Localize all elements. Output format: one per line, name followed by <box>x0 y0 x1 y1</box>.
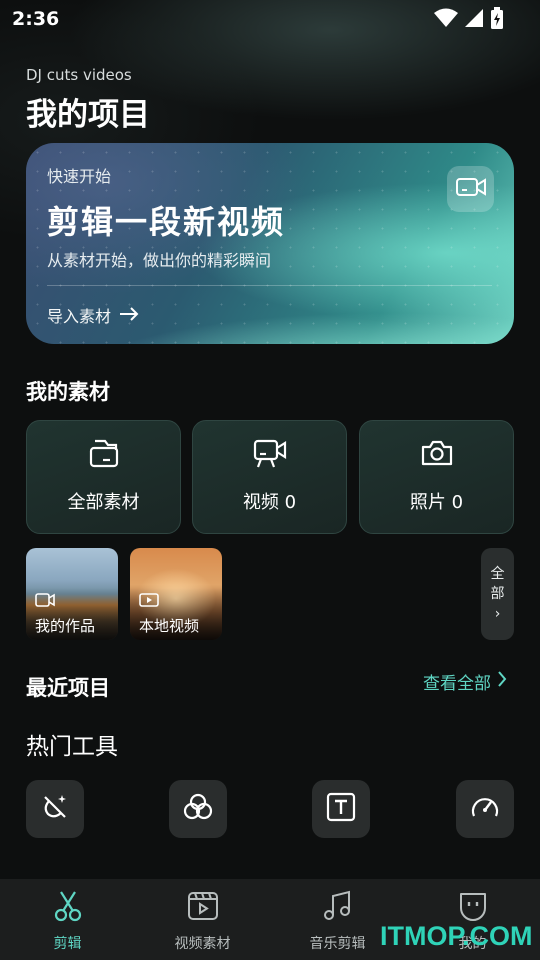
local-video-thumbnail[interactable]: 本地视频 <box>130 548 222 640</box>
local-video-label: 本地视频 <box>139 617 200 635</box>
status-icons <box>434 7 504 29</box>
speed-tool[interactable] <box>456 780 514 838</box>
all-label-1: 全 <box>490 566 505 582</box>
nav-edit-label: 剪辑 <box>53 936 82 952</box>
import-material-button[interactable]: 导入素材 <box>47 303 139 327</box>
see-all-label: 查看全部 <box>423 674 491 694</box>
app-name: DJ cuts videos <box>26 66 132 84</box>
video-camera-button[interactable] <box>447 166 494 212</box>
video-material-icon <box>187 889 219 923</box>
banner-subtitle: 快速开始 <box>47 167 112 186</box>
photo-materials-card[interactable]: 照片 0 <box>359 420 514 534</box>
signal-icon <box>464 8 484 28</box>
banner-title: 剪辑一段新视频 <box>47 203 286 241</box>
magic-brush-tool[interactable] <box>26 780 84 838</box>
page-title: 我的项目 <box>26 97 150 133</box>
scissors-icon <box>53 889 83 923</box>
video-camera-icon <box>252 437 288 469</box>
quick-start-banner[interactable]: 快速开始 剪辑一段新视频 从素材开始，做出你的精彩瞬间 导入素材 <box>26 143 514 344</box>
materials-title: 我的素材 <box>26 380 110 404</box>
nav-edit[interactable]: 剪辑 <box>0 879 135 960</box>
my-works-thumbnail[interactable]: 我的作品 <box>26 548 118 640</box>
all-label-2: 部 <box>490 586 505 602</box>
video-camera-icon <box>455 177 486 201</box>
chevron-right-icon <box>497 671 507 692</box>
banner-divider <box>47 285 492 286</box>
video-materials-card[interactable]: 视频 0 <box>192 420 347 534</box>
profile-icon <box>457 889 489 923</box>
magic-brush-icon <box>40 792 70 826</box>
import-label: 导入素材 <box>47 307 112 326</box>
photo-count-label: 照片 0 <box>409 492 464 513</box>
recent-projects-title: 最近项目 <box>26 676 110 700</box>
speed-icon <box>469 792 501 826</box>
text-tool[interactable] <box>312 780 370 838</box>
status-time: 2:36 <box>12 8 60 30</box>
view-all-materials-button[interactable]: 全 部 › <box>481 548 514 640</box>
all-materials-card[interactable]: 全部素材 <box>26 420 181 534</box>
filter-tool[interactable] <box>169 780 227 838</box>
arrow-right-icon <box>119 306 139 325</box>
status-bar: 2:36 <box>0 0 540 38</box>
folder-icon <box>88 437 120 469</box>
filter-icon <box>182 792 214 826</box>
watermark: ITMOP.COM <box>380 921 533 951</box>
battery-icon <box>490 7 504 29</box>
chevron-right-icon: › <box>494 606 501 622</box>
text-icon <box>326 792 356 826</box>
wifi-icon <box>434 8 458 28</box>
nav-video-material[interactable]: 视频素材 <box>135 879 270 960</box>
my-works-label: 我的作品 <box>35 617 96 635</box>
video-camera-icon <box>35 592 55 611</box>
all-materials-label: 全部素材 <box>67 492 140 513</box>
hot-tools-title: 热门工具 <box>26 734 118 760</box>
video-count-label: 视频 0 <box>242 492 297 513</box>
play-icon <box>139 592 159 611</box>
camera-icon <box>420 437 454 469</box>
music-icon <box>323 889 353 923</box>
nav-music-edit-label: 音乐剪辑 <box>309 936 366 952</box>
see-all-button[interactable]: 查看全部 <box>423 669 507 694</box>
nav-video-material-label: 视频素材 <box>174 936 231 952</box>
banner-description: 从素材开始，做出你的精彩瞬间 <box>47 251 272 270</box>
